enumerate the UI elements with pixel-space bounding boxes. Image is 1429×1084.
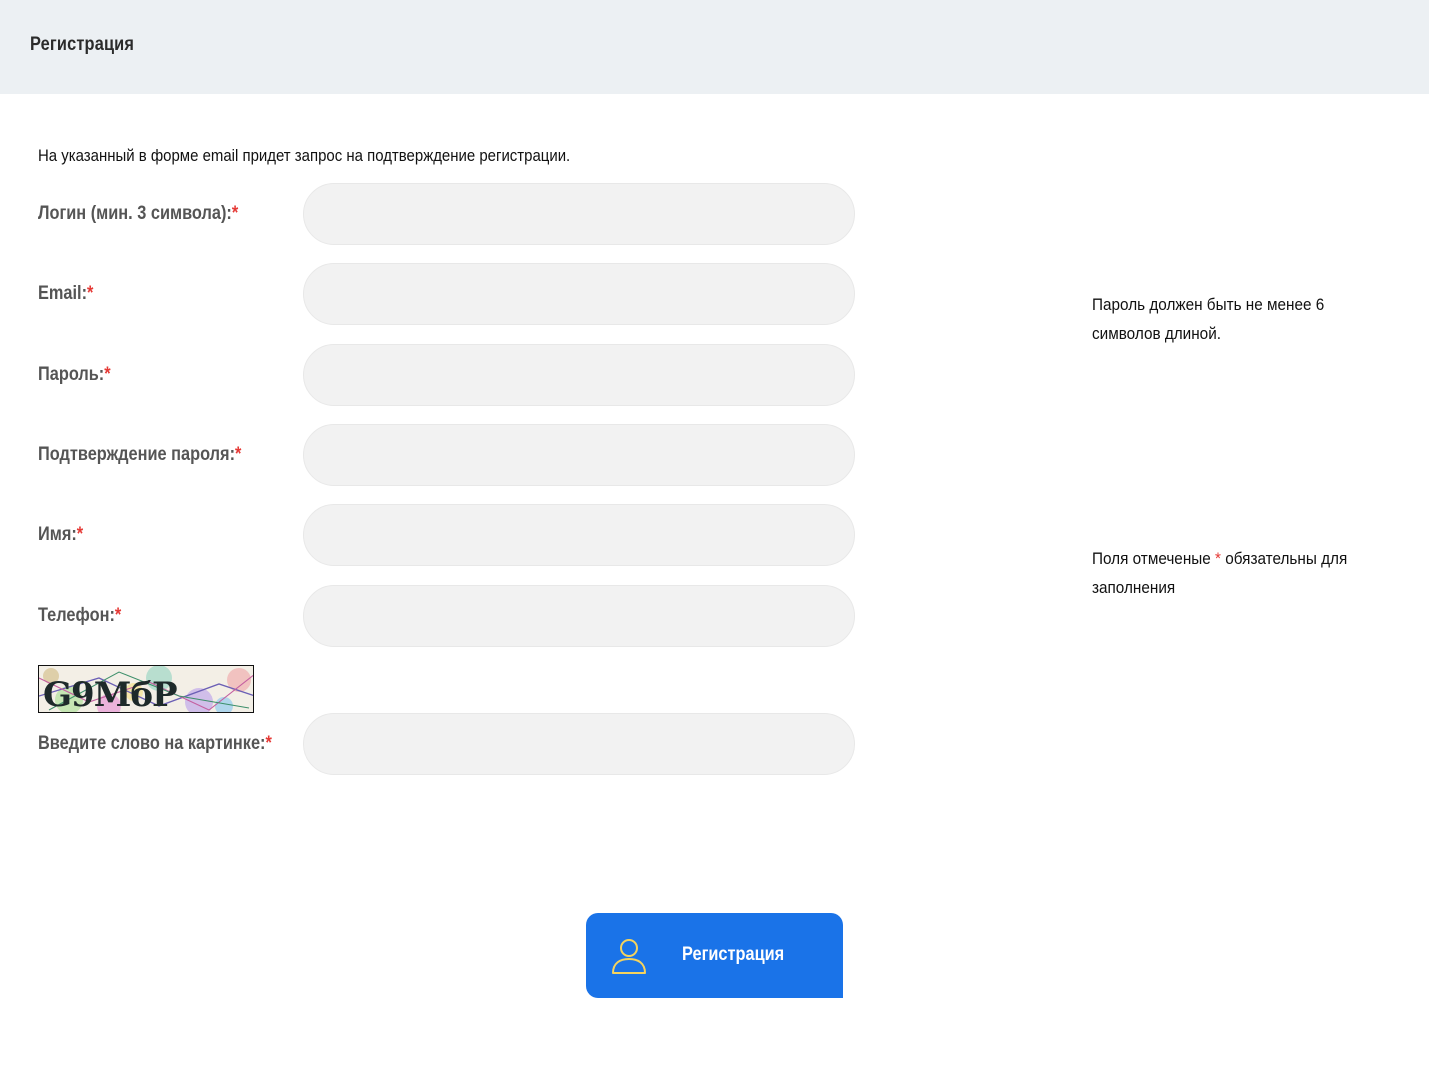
password-label: Пароль:* [38,364,111,385]
required-mark: * [265,733,272,754]
captcha-image: G9МбP [38,665,254,713]
required-mark: * [87,283,94,304]
register-button[interactable]: Регистрация [586,913,843,998]
required-hint: Поля отмеченые * обязательны для заполне… [1092,549,1348,597]
email-input[interactable] [303,263,855,325]
email-row: Email:* [38,263,858,325]
captcha-row: Введите слово на картинке:* [38,713,858,775]
page-header: Регистрация [0,0,1429,94]
required-mark: * [235,444,242,465]
user-icon [612,939,646,974]
password-confirm-row: Подтверждение пароля:* [38,424,858,486]
password-hint: Пароль должен быть не менее 6 символов д… [1092,295,1325,343]
password-input[interactable] [303,344,855,406]
password-row: Пароль:* [38,344,858,406]
name-input[interactable] [303,504,855,566]
required-mark: * [114,605,122,626]
phone-input[interactable] [303,585,855,647]
name-label: Имя:* [38,524,84,545]
login-input[interactable] [303,183,855,245]
phone-row: Телефон:* [38,585,858,647]
phone-label: Телефон:* [38,605,122,626]
captcha-label: Введите слово на картинке:* [38,733,272,754]
page-title: Регистрация [30,34,135,55]
required-mark: * [231,203,239,224]
required-mark: * [76,524,84,545]
intro-text: На указанный в форме email придет запрос… [38,146,571,165]
login-row: Логин (мин. 3 символа):* [38,183,858,245]
password-confirm-label: Подтверждение пароля:* [38,444,242,465]
register-button-label: Регистрация [682,944,785,965]
name-row: Имя:* [38,504,858,566]
captcha-noise: G9МбP [39,666,253,713]
required-mark: * [104,364,111,385]
captcha-text: G9МбP [43,675,177,713]
password-confirm-input[interactable] [303,424,855,486]
captcha-input[interactable] [303,713,855,775]
login-label: Логин (мин. 3 символа):* [38,203,239,224]
email-label: Email:* [38,283,94,304]
